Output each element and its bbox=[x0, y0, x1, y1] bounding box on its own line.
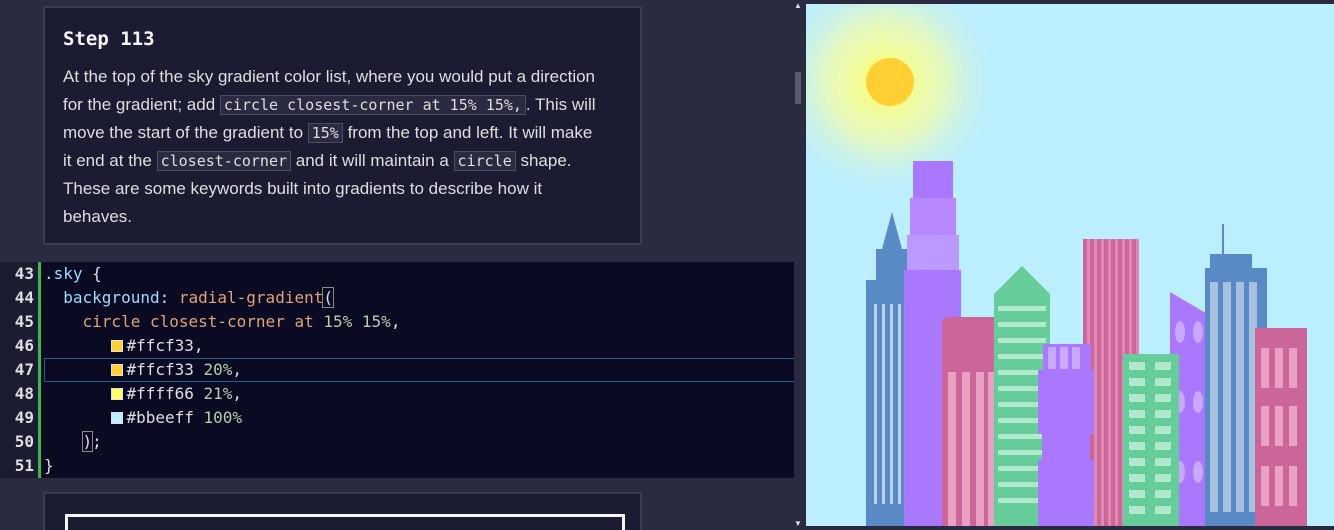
code-text[interactable]: #ffcf33, bbox=[44, 334, 204, 358]
code-text[interactable]: background: radial-gradient( bbox=[44, 286, 334, 310]
line-change-marker bbox=[38, 286, 41, 310]
line-change-marker bbox=[38, 358, 41, 382]
line-change-marker bbox=[38, 334, 41, 358]
code-text[interactable]: #ffcf33 20%, bbox=[44, 358, 242, 382]
code-editor[interactable]: 43 .sky {44 background: radial-gradient(4… bbox=[0, 262, 802, 478]
line-number: 44 bbox=[14, 288, 34, 307]
code-line[interactable]: 49 #bbeeff 100% bbox=[0, 406, 802, 430]
scroll-thumb[interactable] bbox=[795, 72, 801, 104]
line-number: 45 bbox=[14, 312, 34, 331]
instructions-panel: Step 113 At the top of the sky gradient … bbox=[43, 6, 642, 245]
code-token: #ffcf33, bbox=[126, 336, 204, 355]
building-purple-front bbox=[1038, 344, 1094, 526]
color-swatch-icon[interactable] bbox=[111, 340, 124, 352]
code-token: .sky bbox=[44, 264, 83, 283]
scrollbar[interactable]: ▲ ▼ bbox=[794, 0, 802, 530]
line-number: 43 bbox=[14, 264, 34, 283]
code-token: ( bbox=[322, 287, 334, 308]
step-title: Step 113 bbox=[63, 28, 155, 50]
line-change-marker bbox=[38, 262, 41, 286]
code-token: ; bbox=[92, 432, 102, 451]
code-text[interactable]: .sky { bbox=[44, 262, 102, 286]
code-token: , bbox=[232, 384, 243, 403]
left-pane: Step 113 At the top of the sky gradient … bbox=[0, 0, 802, 530]
code-token: 15% bbox=[323, 312, 353, 331]
code-line[interactable]: 44 background: radial-gradient( bbox=[0, 286, 802, 310]
code-token: circle closest-corner at bbox=[44, 312, 324, 331]
code-token: #bbeeff bbox=[126, 408, 204, 427]
code-token: #ffcf33 bbox=[126, 360, 204, 379]
code-token: background bbox=[44, 288, 160, 307]
line-number: 47 bbox=[14, 360, 34, 379]
preview-pane bbox=[806, 4, 1334, 526]
inline-code: circle closest-corner at 15% 15%, bbox=[219, 95, 526, 115]
code-text[interactable]: #bbeeff 100% bbox=[44, 406, 242, 430]
code-line[interactable]: 46 #ffcf33, bbox=[0, 334, 802, 358]
code-text[interactable]: circle closest-corner at 15% 15%, bbox=[44, 310, 401, 334]
cityscape-preview bbox=[806, 4, 1334, 526]
building-pink-left bbox=[942, 317, 1002, 526]
next-panel bbox=[43, 492, 642, 530]
line-number: 50 bbox=[14, 432, 34, 451]
code-token: } bbox=[44, 456, 54, 475]
code-token: 21% bbox=[203, 384, 233, 403]
code-token: ) bbox=[81, 431, 94, 452]
code-text[interactable]: } bbox=[44, 454, 54, 478]
code-line[interactable]: 50 ); bbox=[0, 430, 802, 454]
code-line[interactable]: 45 circle closest-corner at 15% 15%, bbox=[0, 310, 802, 334]
code-token: 100% bbox=[203, 408, 243, 427]
code-token: radial-gradient bbox=[178, 288, 324, 307]
step-description: At the top of the sky gradient color lis… bbox=[63, 63, 603, 231]
code-token: : bbox=[159, 288, 179, 307]
code-text[interactable]: #ffff66 21%, bbox=[44, 382, 242, 406]
line-change-marker bbox=[38, 454, 41, 478]
line-change-marker bbox=[38, 382, 41, 406]
building-pink-right bbox=[1255, 328, 1307, 526]
code-line[interactable]: 47 #ffcf33 20%, bbox=[0, 358, 802, 382]
description-text: and it will maintain a bbox=[291, 151, 454, 170]
line-change-marker bbox=[38, 430, 41, 454]
code-token: #ffff66 bbox=[126, 384, 204, 403]
code-line[interactable]: 48 #ffff66 21%, bbox=[0, 382, 802, 406]
sun bbox=[866, 58, 914, 106]
line-change-marker bbox=[38, 406, 41, 430]
code-token: { bbox=[82, 264, 102, 283]
inline-code: closest-corner bbox=[156, 151, 292, 171]
code-line[interactable]: 43 .sky { bbox=[0, 262, 802, 286]
code-text[interactable]: ); bbox=[44, 430, 102, 454]
color-swatch-icon[interactable] bbox=[111, 364, 124, 376]
inline-code: 15% bbox=[307, 123, 343, 143]
code-token: , bbox=[390, 312, 401, 331]
code-token: , bbox=[232, 360, 243, 379]
code-token: 20% bbox=[203, 360, 233, 379]
line-number: 46 bbox=[14, 336, 34, 355]
building-green-front bbox=[1123, 354, 1179, 526]
color-swatch-icon[interactable] bbox=[111, 388, 124, 400]
scroll-up-icon[interactable]: ▲ bbox=[794, 2, 802, 10]
next-panel-inner bbox=[65, 514, 625, 530]
line-number: 48 bbox=[14, 384, 34, 403]
scroll-down-icon[interactable]: ▼ bbox=[794, 520, 802, 528]
inline-code: circle bbox=[453, 151, 516, 171]
color-swatch-icon[interactable] bbox=[111, 412, 124, 424]
line-change-marker bbox=[38, 310, 41, 334]
line-number: 51 bbox=[14, 456, 34, 475]
line-number: 49 bbox=[14, 408, 34, 427]
code-token: 15% bbox=[361, 312, 391, 331]
code-line[interactable]: 51} bbox=[0, 454, 802, 478]
